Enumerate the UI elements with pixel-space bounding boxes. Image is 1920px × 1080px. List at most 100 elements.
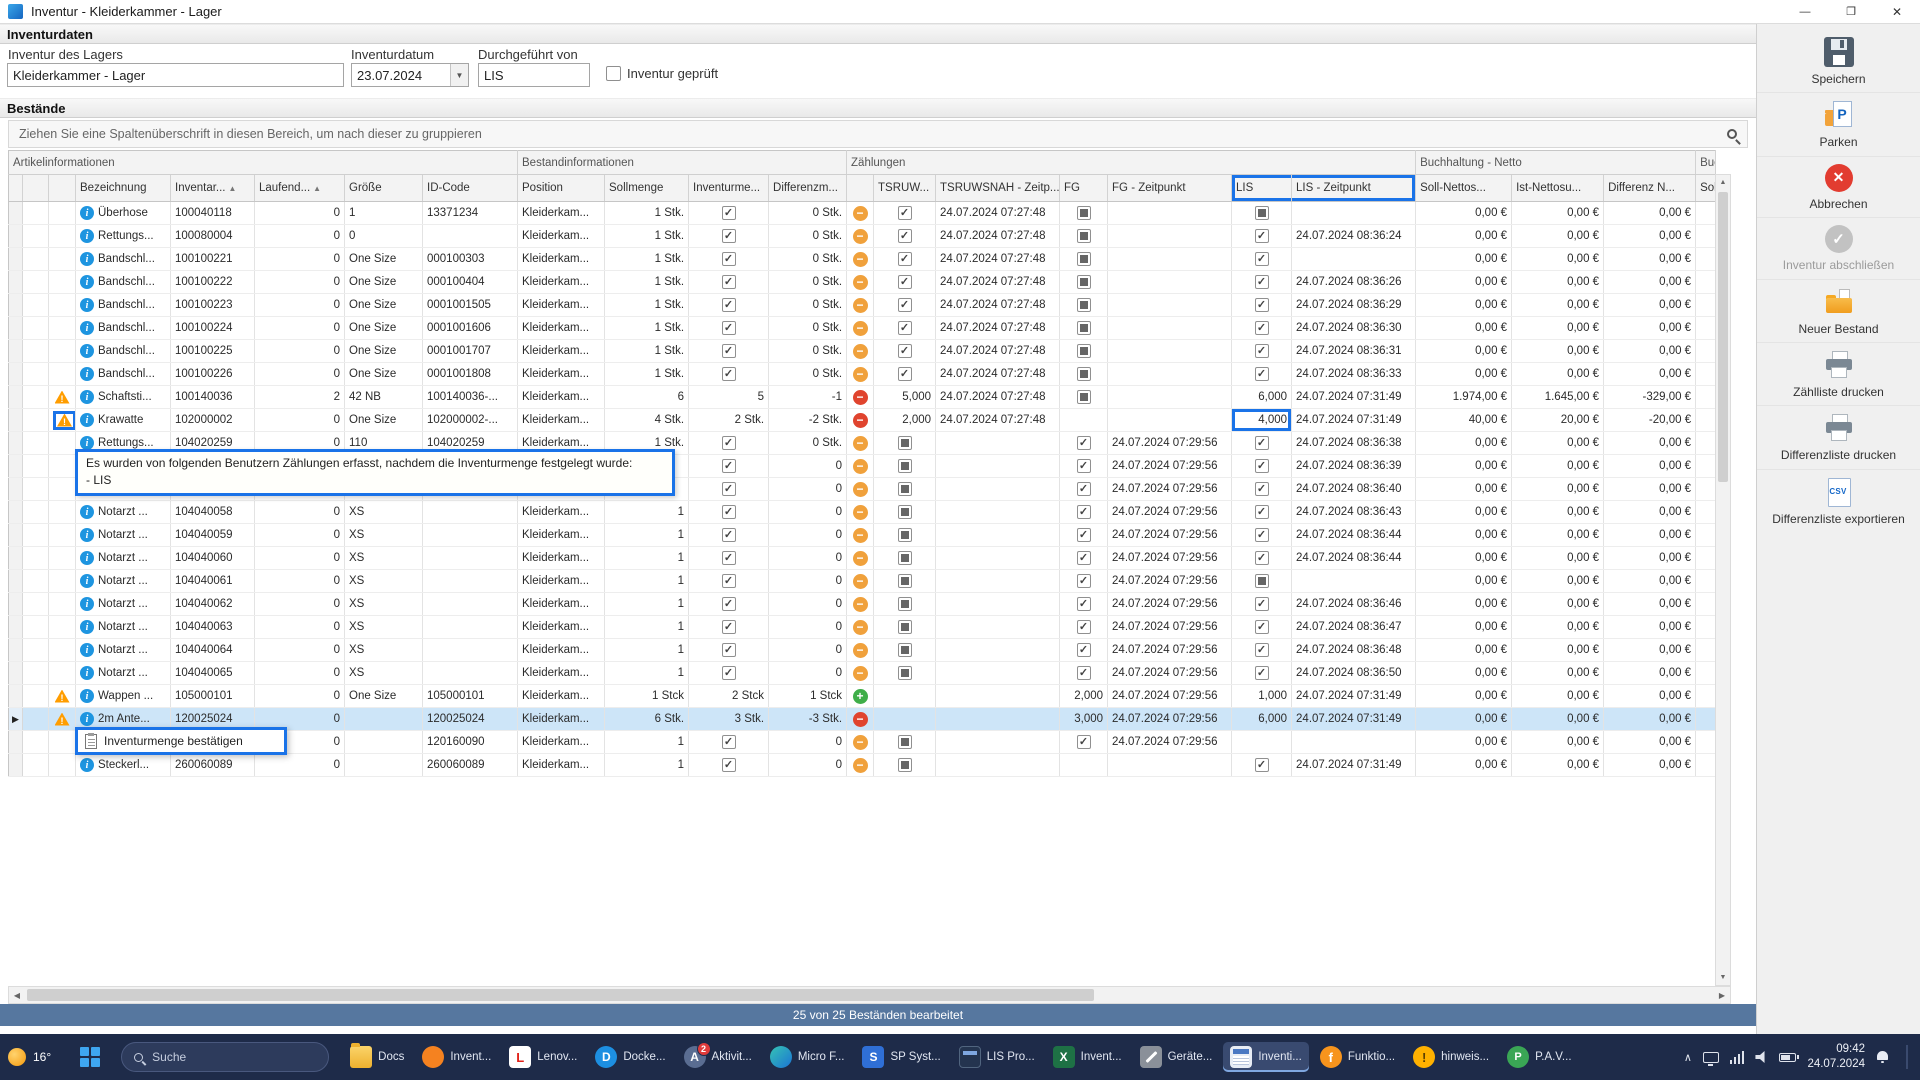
cell-lis[interactable]: ✓ [1232, 547, 1292, 570]
show-desktop-edge[interactable] [1906, 1045, 1908, 1069]
info-icon[interactable]: i [80, 413, 94, 427]
cell-st[interactable]: − [847, 708, 874, 731]
cell-inv[interactable]: ✓ [689, 317, 769, 340]
cell-ist[interactable]: 0,00 € [1512, 570, 1604, 593]
cell-sol[interactable] [1696, 202, 1716, 225]
cell-soll[interactable]: 1 [605, 662, 689, 685]
cell-sn[interactable]: 0,00 € [1416, 363, 1512, 386]
search-icon[interactable] [1727, 129, 1737, 139]
cell-fz[interactable]: 24.07.2024 07:29:56 [1108, 593, 1232, 616]
checkbox-checked-icon[interactable]: ✓ [898, 252, 912, 266]
cell-tz[interactable] [936, 708, 1060, 731]
cell-tz[interactable] [936, 524, 1060, 547]
cell-lfd[interactable]: 0 [255, 662, 345, 685]
checkbox-checked-icon[interactable]: ✓ [1255, 643, 1269, 657]
cell-id[interactable]: 105000101 [423, 685, 518, 708]
cell-inv[interactable]: ✓ [689, 731, 769, 754]
checkbox-filled-icon[interactable] [1077, 252, 1091, 266]
cell-diff[interactable]: 0 Stk. [769, 271, 847, 294]
cell-dn[interactable]: 0,00 € [1604, 501, 1696, 524]
cell-diff[interactable]: -1 [769, 386, 847, 409]
cell-lis[interactable]: 6,000 [1232, 386, 1292, 409]
grid-row[interactable]: iSteckerl...2600600890260060089Kleiderka… [9, 754, 1716, 777]
cell-bezeichnung[interactable]: iNotarzt ... [76, 593, 171, 616]
cell-bezeichnung[interactable]: iNotarzt ... [76, 547, 171, 570]
cell-id[interactable] [423, 639, 518, 662]
cell-ist[interactable]: 1.645,00 € [1512, 386, 1604, 409]
checkbox-checked-icon[interactable]: ✓ [898, 229, 912, 243]
cell-lis[interactable]: 6,000 [1232, 708, 1292, 731]
cell-tz[interactable]: 24.07.2024 07:27:48 [936, 248, 1060, 271]
cell-lfd[interactable]: 0 [255, 547, 345, 570]
cell-id[interactable]: 120025024 [423, 708, 518, 731]
action-differenzliste-drucken[interactable]: Differenzliste drucken [1757, 406, 1920, 469]
cell-fz[interactable] [1108, 340, 1232, 363]
cell-lfd[interactable]: 0 [255, 501, 345, 524]
cell-size[interactable]: 42 NB [345, 386, 423, 409]
cell-st[interactable]: − [847, 754, 874, 777]
taskbar-app-lis-pro[interactable]: LIS Pro... [952, 1042, 1042, 1072]
checkbox-checked-icon[interactable]: ✓ [1255, 275, 1269, 289]
cell-tsruw[interactable] [874, 593, 936, 616]
cell-diff[interactable]: 0 [769, 455, 847, 478]
cell-st[interactable]: − [847, 386, 874, 409]
cell-soll[interactable]: 1 [605, 593, 689, 616]
cell-nr[interactable]: 100100223 [171, 294, 255, 317]
info-icon[interactable]: i [80, 436, 94, 450]
cell-soll[interactable]: 1 Stk. [605, 340, 689, 363]
cell-tsruw[interactable] [874, 639, 936, 662]
cell-fg[interactable] [1060, 363, 1108, 386]
cell-inv[interactable]: ✓ [689, 340, 769, 363]
horizontal-scrollbar[interactable]: ◀ ▶ [8, 986, 1731, 1004]
cell-inv[interactable]: ✓ [689, 202, 769, 225]
cell-ist[interactable]: 0,00 € [1512, 547, 1604, 570]
date-dropdown-icon[interactable] [450, 64, 468, 86]
cell-ist[interactable]: 0,00 € [1512, 202, 1604, 225]
cell-size[interactable]: 0 [345, 225, 423, 248]
close-icon[interactable] [1874, 0, 1920, 24]
grid-row[interactable]: iNotarzt ...1040400640XSKleiderkam...1✓0… [9, 639, 1716, 662]
cell-fz[interactable] [1108, 409, 1232, 432]
cell-inv[interactable]: ✓ [689, 754, 769, 777]
cell-tsruw[interactable]: ✓ [874, 294, 936, 317]
grid-row[interactable]: iNotarzt ...1040400620XSKleiderkam...1✓0… [9, 593, 1716, 616]
cell-dn[interactable]: 0,00 € [1604, 570, 1696, 593]
info-icon[interactable]: i [80, 712, 94, 726]
cell-tz[interactable]: 24.07.2024 07:27:48 [936, 409, 1060, 432]
cell-lz[interactable]: 24.07.2024 07:31:49 [1292, 754, 1416, 777]
cell-ist[interactable]: 0,00 € [1512, 639, 1604, 662]
column-header-dn[interactable]: Differenz N... [1604, 175, 1696, 202]
cell-id[interactable]: 100140036-... [423, 386, 518, 409]
cell-lis[interactable]: ✓ [1232, 639, 1292, 662]
action-speichern[interactable]: Speichern [1757, 30, 1920, 93]
cell-ist[interactable]: 0,00 € [1512, 294, 1604, 317]
cell-fz[interactable]: 24.07.2024 07:29:56 [1108, 547, 1232, 570]
cell-fg[interactable]: ✓ [1060, 501, 1108, 524]
taskbar-app-hinweis[interactable]: hinweis... [1406, 1042, 1496, 1072]
checkbox-checked-icon[interactable]: ✓ [1255, 252, 1269, 266]
cell-diff[interactable]: 0 [769, 570, 847, 593]
column-header-fz[interactable]: FG - Zeitpunkt [1108, 175, 1232, 202]
cell-nr[interactable]: 100100224 [171, 317, 255, 340]
cell-fg[interactable]: ✓ [1060, 547, 1108, 570]
cell-soll[interactable]: 1 Stk. [605, 271, 689, 294]
cell-lz[interactable]: 24.07.2024 08:36:39 [1292, 455, 1416, 478]
cell-fg[interactable] [1060, 202, 1108, 225]
cell-lz[interactable]: 24.07.2024 07:31:49 [1292, 685, 1416, 708]
cell-fz[interactable] [1108, 317, 1232, 340]
scroll-up-icon[interactable]: ▲ [1716, 175, 1730, 190]
cell-diff[interactable]: 0 [769, 501, 847, 524]
cell-inv[interactable]: ✓ [689, 662, 769, 685]
cell-fz[interactable]: 24.07.2024 07:29:56 [1108, 478, 1232, 501]
cell-fg[interactable] [1060, 294, 1108, 317]
cell-tsruw[interactable] [874, 754, 936, 777]
cell-lis[interactable]: ✓ [1232, 455, 1292, 478]
grid-row[interactable]: iBandschl...1001002220One Size000100404K… [9, 271, 1716, 294]
cell-pos[interactable]: Kleiderkam... [518, 271, 605, 294]
cell-st[interactable]: − [847, 731, 874, 754]
column-header-lfd[interactable]: Laufend...▲ [255, 175, 345, 202]
cell-inv[interactable]: 2 Stk. [689, 409, 769, 432]
cell-st[interactable]: − [847, 593, 874, 616]
cell-inv[interactable]: ✓ [689, 616, 769, 639]
checkbox-filled-icon[interactable] [898, 528, 912, 542]
